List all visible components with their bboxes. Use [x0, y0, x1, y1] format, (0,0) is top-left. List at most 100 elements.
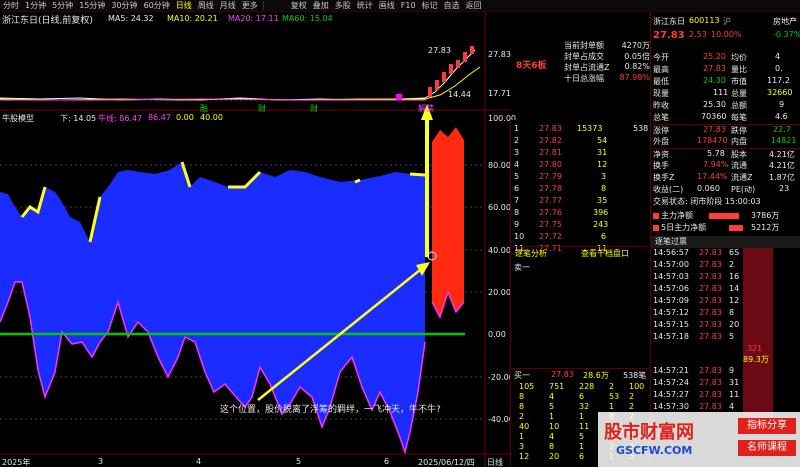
book-header-value: 538 — [633, 124, 649, 133]
multi-stock-button[interactable]: 多股 — [332, 0, 354, 12]
buy-one-row[interactable]: 买一 27.83 28.6万 538笔 — [511, 368, 651, 380]
adjust-button[interactable]: 复权 — [288, 0, 310, 12]
limit-info-value: 4270万 — [621, 41, 650, 50]
quote-row: 收益(二) 0.060 PE(动) 23 — [653, 184, 790, 194]
quote-row: 总笔 70360 每笔 4.6 — [653, 112, 788, 122]
ytick: 20.00 — [488, 288, 511, 297]
candle — [470, 46, 474, 54]
x-label: 2025年 — [2, 458, 31, 467]
chart-annotation: 这个位置，股价脱离了浮筹的羁绊，一飞冲天，牛不牛? — [220, 405, 441, 415]
back-button[interactable]: 返回 — [463, 0, 485, 12]
tick-analysis-tab[interactable]: 逐笔分析 — [515, 248, 547, 259]
market-tag: 沪 — [723, 17, 731, 26]
indicator-title[interactable]: 牛股模型 — [2, 113, 34, 124]
limit-info-label: 当前封单额 — [564, 41, 604, 50]
bid-vol: 243 — [593, 220, 609, 229]
tick-tab-header[interactable]: 逐笔过票 — [651, 236, 800, 248]
level: 7 — [514, 196, 520, 205]
tick-row: 14:57:09 27.83 12 — [653, 296, 740, 305]
period-tab[interactable]: 30分钟 — [108, 0, 140, 12]
candle — [449, 64, 453, 74]
quote-row: 外盘 178470 内盘 14821 — [653, 136, 797, 146]
queue-row: 8 4 6 53 2 — [519, 392, 635, 401]
ytick: 80.00 — [488, 161, 511, 170]
quote-row: 最高 27.83 量比 0. — [653, 64, 783, 74]
price-change: 2.53 — [689, 30, 707, 39]
bid-vol: 15373 — [577, 124, 603, 133]
stats-button[interactable]: 统计 — [354, 0, 376, 12]
f10-button[interactable]: F10 — [398, 0, 419, 12]
bid-row[interactable]: 2 27.82 54 — [511, 136, 651, 148]
watchlist-button[interactable]: 自选 — [441, 0, 463, 12]
mark-button[interactable]: 标记 — [419, 0, 441, 12]
bid-row[interactable]: 4 27.80 12 — [511, 160, 651, 172]
bid-vol: 396 — [593, 208, 609, 217]
period-tab[interactable]: 周线 — [195, 0, 217, 12]
event-label[interactable]: 财 — [310, 103, 318, 114]
bid-row[interactable]: 6 27.78 8 — [511, 184, 651, 196]
level: 5 — [514, 172, 520, 181]
bid-price: 27.72 — [539, 232, 562, 241]
bid-row[interactable]: 9 27.75 243 — [511, 220, 651, 232]
period-tab-daily[interactable]: 日线 — [173, 0, 195, 12]
bid-price: 27.83 — [539, 124, 562, 133]
stock-name: 浙江东日 — [653, 17, 685, 26]
period-tab-more[interactable]: 更多 — [239, 0, 261, 12]
level: 6 — [514, 184, 520, 193]
limit-info-value: 0.05倍 — [624, 52, 650, 61]
draw-line-button[interactable]: 画线 — [376, 0, 398, 12]
level: 3 — [514, 148, 520, 157]
high-price-label: 27.83 — [428, 46, 451, 55]
limit-up-area — [432, 127, 464, 317]
bid-row[interactable]: 7 27.77 35 — [511, 196, 651, 208]
bid-row[interactable]: 1 27.83 15373 538 — [511, 124, 651, 136]
candle — [463, 52, 467, 62]
event-label[interactable]: 财 — [258, 103, 266, 114]
bid-row[interactable]: 5 27.79 3 — [511, 172, 651, 184]
bid-vol: 8 — [601, 184, 607, 193]
bid-row[interactable]: 10 27.72 6 — [511, 232, 651, 244]
indicator-param: 0.00 — [176, 113, 194, 122]
watermark-tag: 名师课程 — [738, 440, 796, 456]
period-tab[interactable]: 1分钟 — [22, 0, 49, 12]
event-marker[interactable] — [396, 94, 402, 100]
period-tab[interactable]: 月线 — [217, 0, 239, 12]
level: 2 — [514, 136, 520, 145]
bid-price: 27.77 — [539, 196, 562, 205]
date-cursor-label: 2025/06/12/四 — [418, 458, 475, 467]
candle — [428, 87, 432, 97]
bid-row[interactable]: 8 27.76 396 — [511, 208, 651, 220]
five-day-flow-row: 5日主力净额 5212万 — [651, 222, 800, 234]
bid-price: 27.82 — [539, 136, 562, 145]
sell-one-label: 卖一 — [514, 263, 530, 272]
tick-row: 14:57:27 27.83 11 — [653, 390, 740, 399]
limit-info-label: 十日总涨幅 — [564, 74, 604, 83]
bid-price: 27.81 — [539, 148, 562, 157]
ytick: 0.00 — [488, 330, 506, 339]
quote-row: 换手Z 17.44% 流通Z 1.87亿 — [653, 172, 795, 182]
period-tab[interactable]: 5分钟 — [49, 0, 76, 12]
ma20-label: MA20: 17.11 — [228, 14, 279, 23]
buy-one-price: 27.83 — [551, 370, 574, 379]
overlay-button[interactable]: 叠加 — [310, 0, 332, 12]
buy-one-label: 买一 — [514, 371, 530, 380]
k-ytick-top: 27.83 — [488, 50, 511, 59]
period-tab[interactable]: 60分钟 — [141, 0, 173, 12]
indicator-param: 86.47 — [148, 113, 171, 122]
depth-view-tab[interactable]: 查看千档盘口 — [581, 248, 629, 259]
sector-name[interactable]: 房地产 — [773, 16, 797, 27]
price-change-pct: 10.00% — [711, 30, 742, 39]
tick-row: 14:57:18 27.83 5 — [653, 332, 735, 341]
toolbar-divider — [262, 1, 264, 10]
period-tab[interactable]: 15分钟 — [76, 0, 108, 12]
bid-price: 27.80 — [539, 160, 562, 169]
quote-panel: 浙江东日 600113 沪 房地产 27.83 2.53 10.00% -0.3… — [650, 12, 800, 467]
chart-area[interactable]: 浙江东日(日线,前复权) MA5: 24.32 MA10: 20.21 MA20… — [0, 12, 516, 467]
bid-vol: 3 — [601, 172, 607, 181]
bid-row[interactable]: 3 27.81 31 — [511, 148, 651, 160]
candle — [435, 80, 439, 90]
ma5-label: MA5: 24.32 — [108, 14, 154, 23]
last-price: 27.83 — [653, 30, 685, 41]
event-label-unlock[interactable]: 解禁 — [418, 103, 434, 114]
period-tab[interactable]: 分时 — [0, 0, 22, 12]
